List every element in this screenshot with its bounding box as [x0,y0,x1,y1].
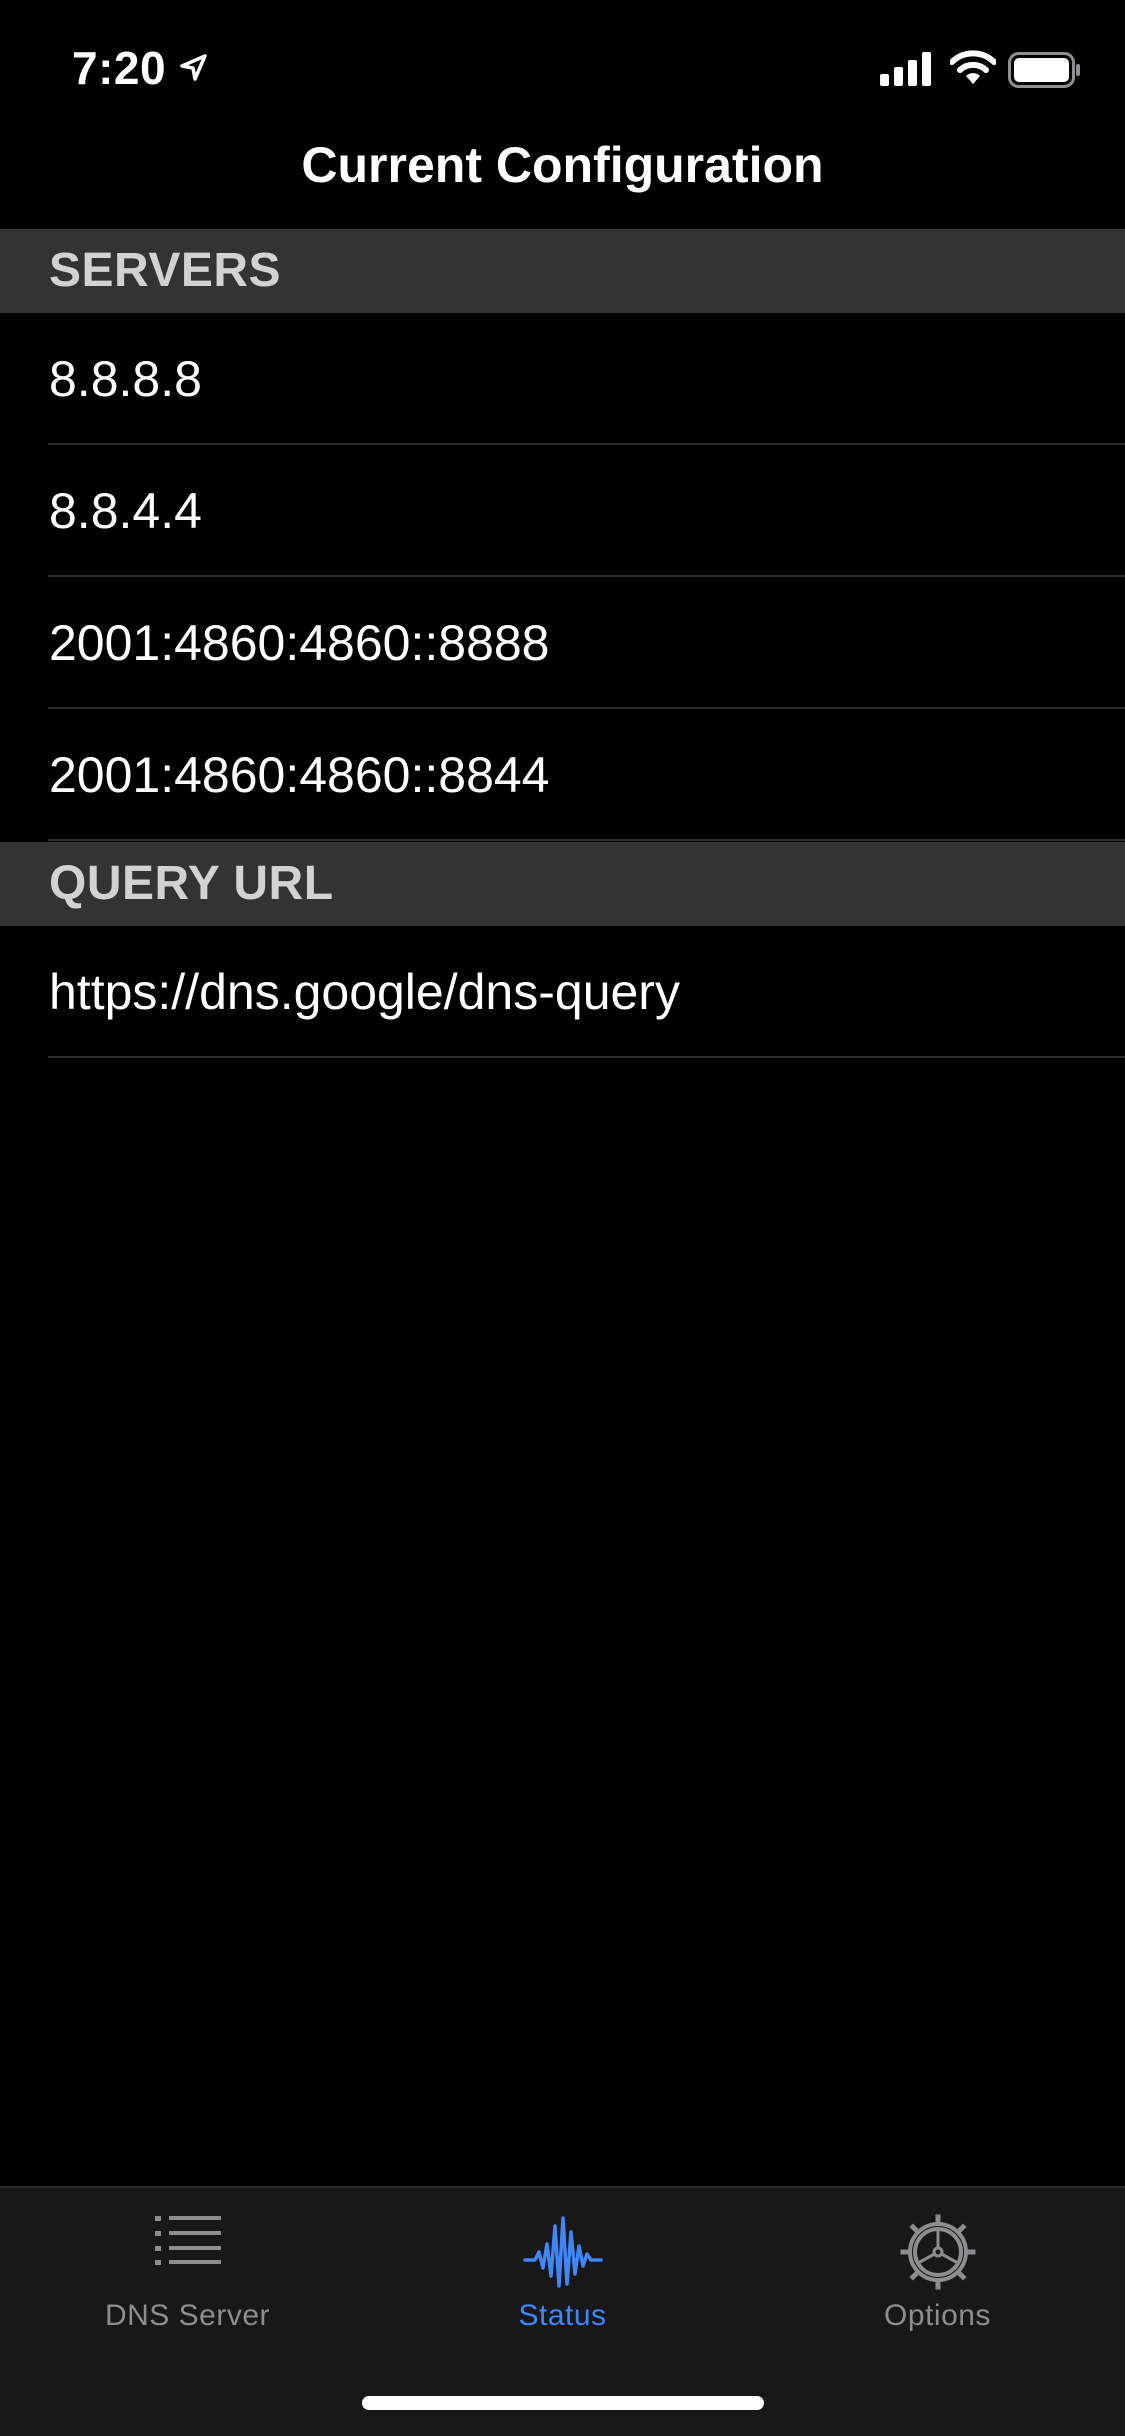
server-row[interactable]: 8.8.8.8 [0,313,1125,445]
server-row[interactable]: 8.8.4.4 [0,445,1125,577]
section-header-query-url: QUERY URL [0,842,1125,926]
list-icon [154,2216,221,2265]
tab-label: Status [518,2299,607,2332]
status-time: 7:20 [72,38,208,98]
server-row[interactable]: 2001:4860:4860::8888 [0,577,1125,709]
cellular-signal-icon [880,52,931,86]
tab-options[interactable]: Options [750,2188,1125,2338]
tab-status[interactable]: Status [375,2188,750,2338]
status-time-text: 7:20 [72,42,167,94]
tab-dns-server[interactable]: DNS Server [0,2188,375,2338]
page-title: Current Configuration [301,137,824,193]
battery-icon [1008,52,1080,88]
status-bar: 7:20 [0,0,1125,132]
tab-label: Options [884,2299,991,2332]
server-row[interactable]: 2001:4860:4860::8844 [0,709,1125,841]
query-url-row[interactable]: https://dns.google/dns-query [0,926,1125,1058]
location-arrow-icon [180,54,207,81]
home-indicator[interactable] [362,2396,764,2410]
gear-icon [900,2214,975,2290]
section-header-servers: SERVERS [0,229,1125,313]
waveform-icon [522,2216,603,2288]
tab-label: DNS Server [104,2299,271,2332]
wifi-icon [950,50,996,84]
